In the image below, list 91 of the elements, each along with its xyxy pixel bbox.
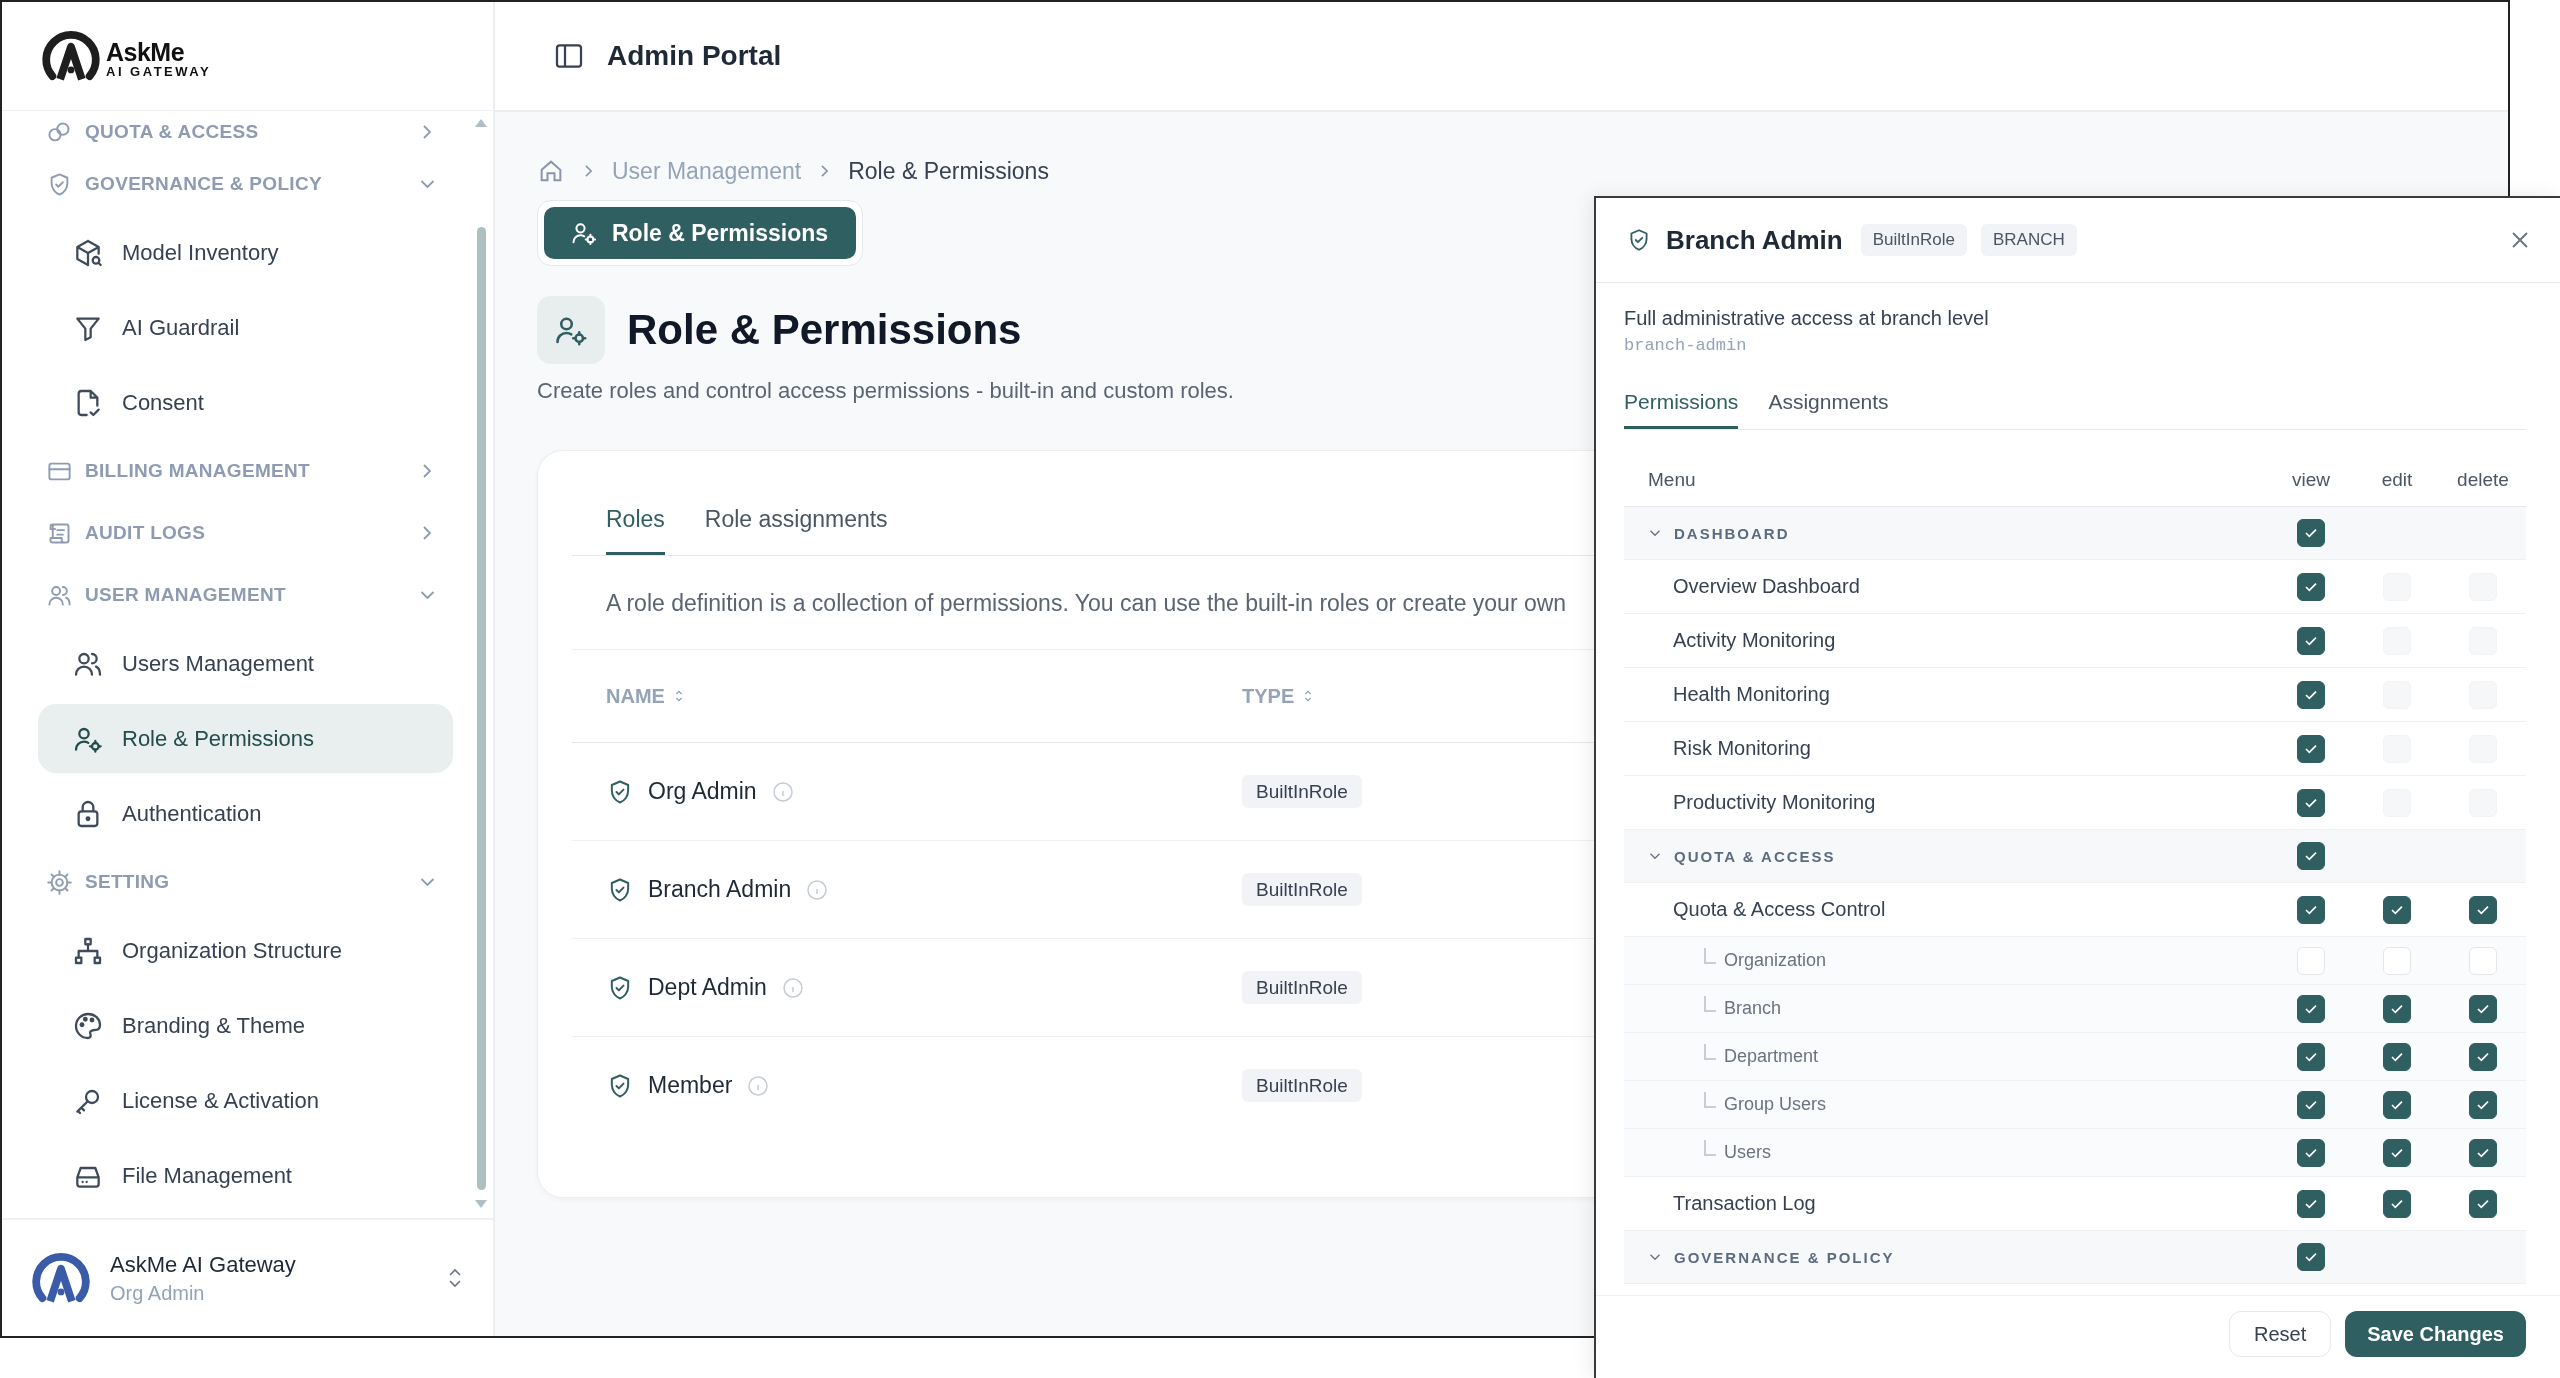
chevron-right-icon [585, 165, 592, 177]
tree-connector [1704, 995, 1716, 1012]
tab[interactable]: Permissions [1624, 377, 1739, 429]
permission-item: Transaction Log [1672, 1192, 1816, 1215]
page-subtitle: Create roles and control access permissions - built-in and custom roles. [537, 378, 1234, 404]
role-badge: BRANCH [1980, 224, 2077, 256]
sidebar-item[interactable]: License & Activation [38, 1066, 453, 1135]
sidebar-item[interactable]: Branding & Theme [38, 991, 453, 1060]
role-type-badge: BuiltInRole [1242, 872, 1362, 906]
permission-subitem: Organization [1724, 950, 1827, 971]
checkbox[interactable] [2297, 1189, 2325, 1218]
role-name[interactable]: Org Admin [648, 778, 757, 805]
tree-connector [1704, 1091, 1716, 1108]
checkbox[interactable] [2297, 626, 2325, 655]
checkbox[interactable] [2469, 895, 2497, 924]
checkbox[interactable] [2297, 1243, 2325, 1271]
checkbox[interactable] [2469, 994, 2497, 1023]
sidebar-item[interactable]: Authentication [38, 779, 453, 848]
sidebar-item[interactable]: Consent [38, 368, 453, 437]
sidebar-item[interactable]: File Management [38, 1141, 453, 1210]
checkbox[interactable] [2297, 1042, 2325, 1071]
permission-subitem: Branch [1724, 998, 1782, 1019]
permission-group: QUOTA & ACCESS [1674, 847, 1836, 865]
settings-icon [46, 868, 73, 896]
organization-name: AskMe AI Gateway [110, 1251, 297, 1278]
page-title: Role & Permissions [627, 306, 1022, 354]
role-key: branch-admin [1624, 336, 2526, 355]
checkbox[interactable] [2297, 680, 2325, 709]
tab[interactable]: Assignments [1768, 377, 1889, 429]
checkbox[interactable] [2297, 734, 2325, 763]
permission-subitem: Users [1724, 1142, 1771, 1163]
role-badge: BuiltInRole [1860, 224, 1967, 256]
checkbox[interactable] [2383, 1042, 2411, 1071]
column-header: view [2291, 469, 2331, 491]
tab[interactable]: Roles [606, 491, 665, 555]
permission-item: Risk Monitoring [1672, 737, 1811, 760]
role-name[interactable]: Dept Admin [648, 974, 767, 1001]
checkbox[interactable] [2297, 519, 2325, 547]
role-type-badge: BuiltInRole [1242, 970, 1362, 1004]
checkbox[interactable] [2383, 1138, 2411, 1167]
permission-group: GOVERNANCE & POLICY [1674, 1248, 1895, 1266]
page-button[interactable]: Role & Permissions [544, 207, 857, 259]
permission-subitem: Group Users [1724, 1094, 1827, 1115]
column-header: delete [2456, 469, 2510, 491]
checkbox[interactable] [2383, 1090, 2411, 1119]
permission-subitem: Department [1724, 1046, 1819, 1067]
sidebar-item[interactable]: AI Guardrail [38, 293, 453, 362]
reset-button[interactable]: Reset [2229, 1311, 2332, 1357]
tree-connector [1704, 947, 1716, 964]
checkbox[interactable] [2297, 1090, 2325, 1119]
checkbox[interactable] [2297, 788, 2325, 817]
sidebar-item[interactable]: Role & Permissions [38, 704, 453, 773]
permission-item: Quota & Access Control [1672, 898, 1886, 921]
checkbox[interactable] [2383, 994, 2411, 1023]
logo-name: AskMe [106, 40, 186, 65]
permission-group: DASHBOARD [1674, 524, 1790, 542]
checkbox[interactable] [2469, 1138, 2497, 1167]
role-type-badge: BuiltInRole [1242, 774, 1362, 808]
role-name[interactable]: Member [648, 1072, 733, 1099]
permission-item: Overview Dashboard [1672, 575, 1860, 598]
checkbox[interactable] [2297, 994, 2325, 1023]
drawer-title: Branch Admin [1666, 224, 1843, 256]
checkbox[interactable] [2469, 1189, 2497, 1218]
checkbox[interactable] [2297, 572, 2325, 601]
tab[interactable]: Role assignments [704, 491, 888, 555]
tree-connector [1704, 1043, 1716, 1060]
sidebar-item[interactable]: Organization Structure [38, 916, 453, 985]
permission-item: Activity Monitoring [1672, 629, 1836, 652]
role-type-badge: BuiltInRole [1242, 1068, 1362, 1102]
app-title: Admin Portal [607, 40, 782, 72]
checkbox[interactable] [2383, 1189, 2411, 1218]
checkbox[interactable] [2469, 1042, 2497, 1071]
permission-item: Health Monitoring [1672, 683, 1830, 706]
breadcrumb-current: Role & Permissions [848, 157, 1049, 185]
checkbox[interactable] [2469, 1090, 2497, 1119]
permission-item: Productivity Monitoring [1672, 791, 1876, 814]
sidebar-item[interactable]: Model Inventory [38, 218, 453, 287]
column-header: Menu [1647, 469, 1697, 491]
role-name[interactable]: Branch Admin [648, 876, 792, 903]
checkbox[interactable] [2383, 895, 2411, 924]
user-role: Org Admin [110, 1281, 206, 1305]
chevron-right-icon [821, 165, 829, 177]
checkbox[interactable] [2297, 1138, 2325, 1167]
tree-connector [1704, 1139, 1716, 1156]
save-button[interactable]: Save Changes [2345, 1311, 2526, 1357]
checkbox[interactable] [2297, 842, 2325, 870]
checkbox[interactable] [2297, 895, 2325, 924]
column-header: edit [2380, 469, 2414, 491]
role-description: Full administrative access at branch level [1624, 307, 1990, 330]
logo-tagline: AI GATEWAY [106, 65, 212, 78]
sidebar-item[interactable]: Users Management [38, 629, 453, 698]
